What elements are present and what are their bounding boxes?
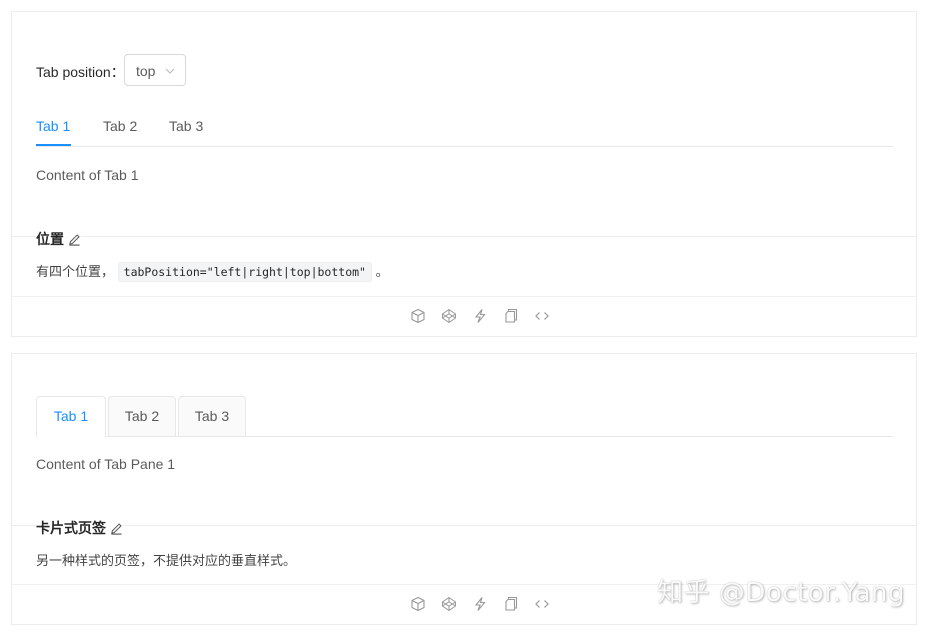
tab-3[interactable]: Tab 3 xyxy=(169,118,203,134)
code-box-actions-2 xyxy=(410,596,550,612)
tab-2[interactable]: Tab 2 xyxy=(103,118,137,134)
card-tab-3[interactable]: Tab 3 xyxy=(178,396,246,436)
codesandbox-icon[interactable] xyxy=(410,596,426,612)
meta-desc-prefix: 有四个位置， xyxy=(36,264,115,279)
meta-description: 有四个位置， tabPosition="left|right|top|botto… xyxy=(36,261,389,282)
meta-title-row-2: 卡片式页签 xyxy=(36,518,123,538)
codesandbox-icon[interactable] xyxy=(410,308,426,324)
watermark: 知乎 @Doctor.Yang xyxy=(657,578,905,608)
select-value: top xyxy=(136,63,156,79)
tab-position-label: Tab position： xyxy=(36,64,125,80)
card-tab-1[interactable]: Tab 1 xyxy=(36,396,106,437)
meta-divider xyxy=(12,236,916,237)
tab-bar-divider xyxy=(36,146,893,147)
riddle-icon[interactable] xyxy=(472,596,488,612)
meta-divider-2 xyxy=(12,525,916,526)
meta-desc-suffix: 。 xyxy=(375,264,389,279)
card-tab-content: Content of Tab Pane 1 xyxy=(36,456,176,472)
codepen-icon[interactable] xyxy=(441,596,457,612)
copy-icon[interactable] xyxy=(503,308,519,324)
meta-title-2: 卡片式页签 xyxy=(36,518,110,538)
card-tab-bar-divider xyxy=(36,436,893,437)
edit-icon[interactable] xyxy=(110,522,123,535)
tab-1[interactable]: Tab 1 xyxy=(36,118,70,134)
meta-title-row: 位置 xyxy=(36,229,81,249)
tab-position-select[interactable]: top xyxy=(124,54,186,86)
code-expand-icon[interactable] xyxy=(534,596,550,612)
chevron-down-icon xyxy=(165,68,175,74)
riddle-icon[interactable] xyxy=(472,308,488,324)
code-box-tab-position: Tab position： top Tab 1 Tab 2 Tab 3 Cont… xyxy=(11,11,917,337)
code-expand-icon[interactable] xyxy=(534,308,550,324)
code-box-actions xyxy=(410,308,550,324)
tab-content: Content of Tab 1 xyxy=(36,167,139,183)
meta-description-2: 另一种样式的页签，不提供对应的垂直样式。 xyxy=(36,553,297,568)
edit-icon[interactable] xyxy=(68,233,81,246)
inline-code: tabPosition="left|right|top|bottom" xyxy=(117,262,372,282)
codepen-icon[interactable] xyxy=(441,308,457,324)
meta-title: 位置 xyxy=(36,229,68,249)
copy-icon[interactable] xyxy=(503,596,519,612)
actions-divider xyxy=(12,296,916,297)
card-tab-2[interactable]: Tab 2 xyxy=(108,396,176,436)
